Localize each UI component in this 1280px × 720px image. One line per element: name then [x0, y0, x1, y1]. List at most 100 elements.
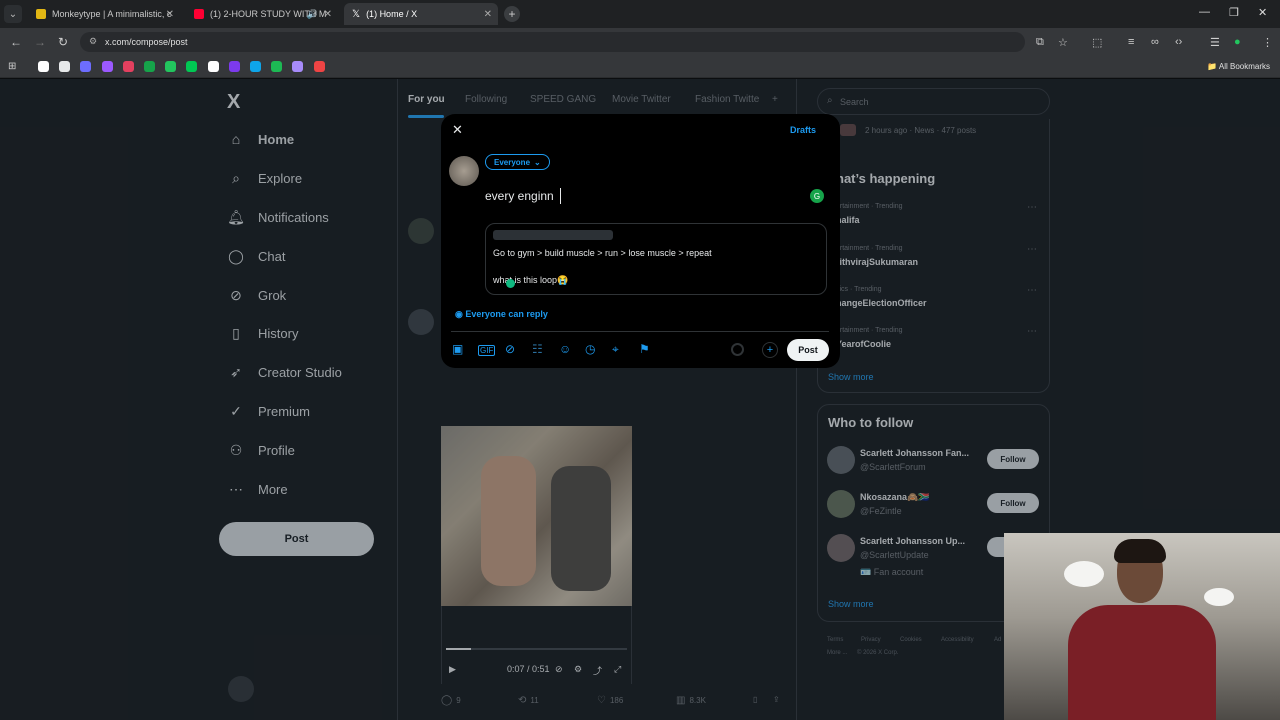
- repost-button[interactable]: ⟲ 11: [518, 695, 539, 706]
- omnibox[interactable]: ⚙ x.com/compose/post: [80, 32, 1025, 52]
- bookmark-favicon-icon[interactable]: [250, 61, 261, 72]
- add-post-button[interactable]: +: [762, 342, 778, 358]
- footer-ads[interactable]: Ad: [994, 637, 1001, 643]
- code-icon[interactable]: ‹›: [1175, 36, 1182, 48]
- sidebar-post-button[interactable]: Post: [219, 522, 374, 556]
- sidebar-item-profile[interactable]: ⚇ Profile: [228, 438, 295, 462]
- compose-textarea[interactable]: every enginn: [485, 189, 554, 203]
- browser-tab-youtube[interactable]: (1) 2-HOUR STUDY WITH M 🔊 ✕: [186, 3, 338, 25]
- sidebar-item-premium[interactable]: ✓ Premium: [228, 399, 310, 423]
- sidepanel-icon[interactable]: ☰: [1210, 36, 1220, 49]
- footer-terms[interactable]: Terms: [827, 637, 843, 643]
- more-icon[interactable]: ⋯: [1027, 326, 1037, 337]
- all-bookmarks-link[interactable]: 📁 All Bookmarks: [1207, 62, 1270, 71]
- minimize-icon[interactable]: —: [1199, 6, 1210, 18]
- bookmark-favicon-icon[interactable]: [292, 61, 304, 72]
- tab-search-button[interactable]: ⌄: [4, 5, 22, 23]
- follow-button[interactable]: Follow: [987, 449, 1039, 469]
- reply-button[interactable]: ◯ 9: [441, 695, 461, 706]
- sidebar-item-creator-studio[interactable]: ➶ Creator Studio: [228, 360, 342, 384]
- show-more-link[interactable]: Show more: [828, 599, 874, 609]
- x-logo-icon[interactable]: X: [227, 91, 240, 114]
- grammarly-icon[interactable]: G: [810, 189, 824, 203]
- browser-tab-x-home[interactable]: 𝕏 (1) Home / X ✕: [344, 3, 498, 25]
- url-text[interactable]: x.com/compose/post: [105, 37, 188, 47]
- gif-icon[interactable]: GIF: [478, 345, 496, 356]
- footer-accessibility[interactable]: Accessibility: [941, 637, 974, 643]
- bookmark-favicon-icon[interactable]: [144, 61, 155, 72]
- sidebar-item-explore[interactable]: ⌕ Explore: [228, 166, 302, 190]
- avatar[interactable]: [827, 490, 855, 518]
- site-info-icon[interactable]: ⚙: [89, 36, 97, 47]
- flag-icon[interactable]: ⚑: [639, 342, 650, 356]
- video-progress-track[interactable]: [446, 648, 627, 650]
- avatar[interactable]: [827, 446, 855, 474]
- audio-icon[interactable]: 🔊: [307, 9, 318, 20]
- suggestion-name[interactable]: Scarlett Johansson Up...: [860, 536, 965, 546]
- bookmark-favicon-icon[interactable]: [101, 61, 113, 72]
- maximize-icon[interactable]: ❐: [1229, 6, 1239, 19]
- glasses-icon[interactable]: ∞: [1151, 36, 1159, 48]
- close-window-icon[interactable]: ✕: [1258, 6, 1267, 19]
- sidebar-item-more[interactable]: ⋯ More: [228, 477, 288, 501]
- menu-icon[interactable]: ⋮: [1262, 36, 1273, 49]
- bookmark-favicon-icon[interactable]: [122, 61, 134, 72]
- tab-following[interactable]: Following: [465, 94, 507, 105]
- tab-close-icon[interactable]: ✕: [484, 9, 492, 20]
- sidebar-item-chat[interactable]: ◯ Chat: [228, 244, 285, 268]
- tab-close-icon[interactable]: ✕: [324, 9, 332, 20]
- bookmark-favicon-icon[interactable]: [38, 61, 49, 72]
- sidebar-item-grok[interactable]: ⊘ Grok: [228, 283, 286, 307]
- bookmark-favicon-icon[interactable]: [271, 61, 283, 72]
- follow-button[interactable]: Follow: [987, 493, 1039, 513]
- audience-selector[interactable]: Everyone ⌄: [485, 154, 550, 170]
- forward-icon[interactable]: →: [34, 35, 46, 49]
- tab-close-icon[interactable]: ✕: [166, 9, 174, 20]
- sidebar-item-notifications[interactable]: 🔔︎ Notifications: [227, 205, 329, 229]
- reading-list-icon[interactable]: ≡: [1128, 36, 1134, 48]
- mute-icon[interactable]: ⊘: [555, 664, 563, 675]
- bookmark-favicon-icon[interactable]: [186, 61, 198, 72]
- footer-privacy[interactable]: Privacy: [861, 637, 881, 643]
- fullscreen-icon[interactable]: ⤢: [614, 664, 621, 675]
- tab-for-you[interactable]: For you: [408, 94, 445, 105]
- avatar[interactable]: [827, 534, 855, 562]
- share-icon[interactable]: ⇪: [773, 695, 780, 704]
- news-thumbnail[interactable]: [840, 124, 856, 136]
- suggestion-name[interactable]: Scarlett Johansson Fan...: [860, 448, 969, 458]
- install-icon[interactable]: ⧉: [1036, 36, 1044, 49]
- account-avatar[interactable]: [228, 676, 254, 702]
- suggestion-name[interactable]: Nkosazana🙈🇿🇦: [860, 492, 929, 503]
- video-player[interactable]: [441, 426, 632, 606]
- more-icon[interactable]: ⋯: [1027, 244, 1037, 255]
- reply-setting-button[interactable]: ◉ Everyone can reply: [455, 309, 548, 320]
- drafts-button[interactable]: Drafts: [790, 125, 816, 135]
- close-icon[interactable]: ✕: [452, 122, 463, 138]
- trend-name[interactable]: hangeElectionOfficer: [836, 298, 927, 308]
- like-button[interactable]: ♡ 186: [597, 695, 623, 706]
- avatar[interactable]: [408, 218, 434, 244]
- pip-icon[interactable]: ⤴: [593, 664, 602, 677]
- trend-name[interactable]: YearofCoolie: [836, 339, 891, 349]
- more-icon[interactable]: ⋯: [1027, 285, 1037, 296]
- search-box[interactable]: ⌕ Search: [817, 88, 1050, 115]
- post-button[interactable]: Post: [787, 339, 829, 361]
- add-tab-icon[interactable]: +: [772, 94, 778, 105]
- poll-icon[interactable]: ☷: [532, 342, 543, 356]
- grok-icon[interactable]: ⊘: [505, 342, 515, 356]
- tab-movie-twitter[interactable]: Movie Twitter: [612, 94, 671, 105]
- bookmark-favicon-icon[interactable]: [207, 61, 219, 72]
- trend-name[interactable]: rithvirajSukumaran: [836, 257, 918, 267]
- settings-icon[interactable]: ⚙: [574, 664, 582, 675]
- avatar[interactable]: [408, 309, 434, 335]
- profile-icon[interactable]: ●: [1234, 36, 1241, 48]
- emoji-icon[interactable]: ☺: [559, 342, 571, 356]
- back-icon[interactable]: ←: [10, 35, 22, 49]
- views-button[interactable]: ▥ 8.3K: [676, 695, 706, 706]
- bookmark-favicon-icon[interactable]: [313, 61, 325, 72]
- reload-icon[interactable]: ↻: [58, 35, 68, 49]
- bookmark-favicon-icon[interactable]: [165, 61, 177, 72]
- sidebar-item-history[interactable]: ▯ History: [228, 321, 298, 345]
- browser-tab-monkeytype[interactable]: Monkeytype | A minimalistic, c ✕: [28, 3, 180, 25]
- bookmark-icon[interactable]: ▯: [753, 695, 757, 704]
